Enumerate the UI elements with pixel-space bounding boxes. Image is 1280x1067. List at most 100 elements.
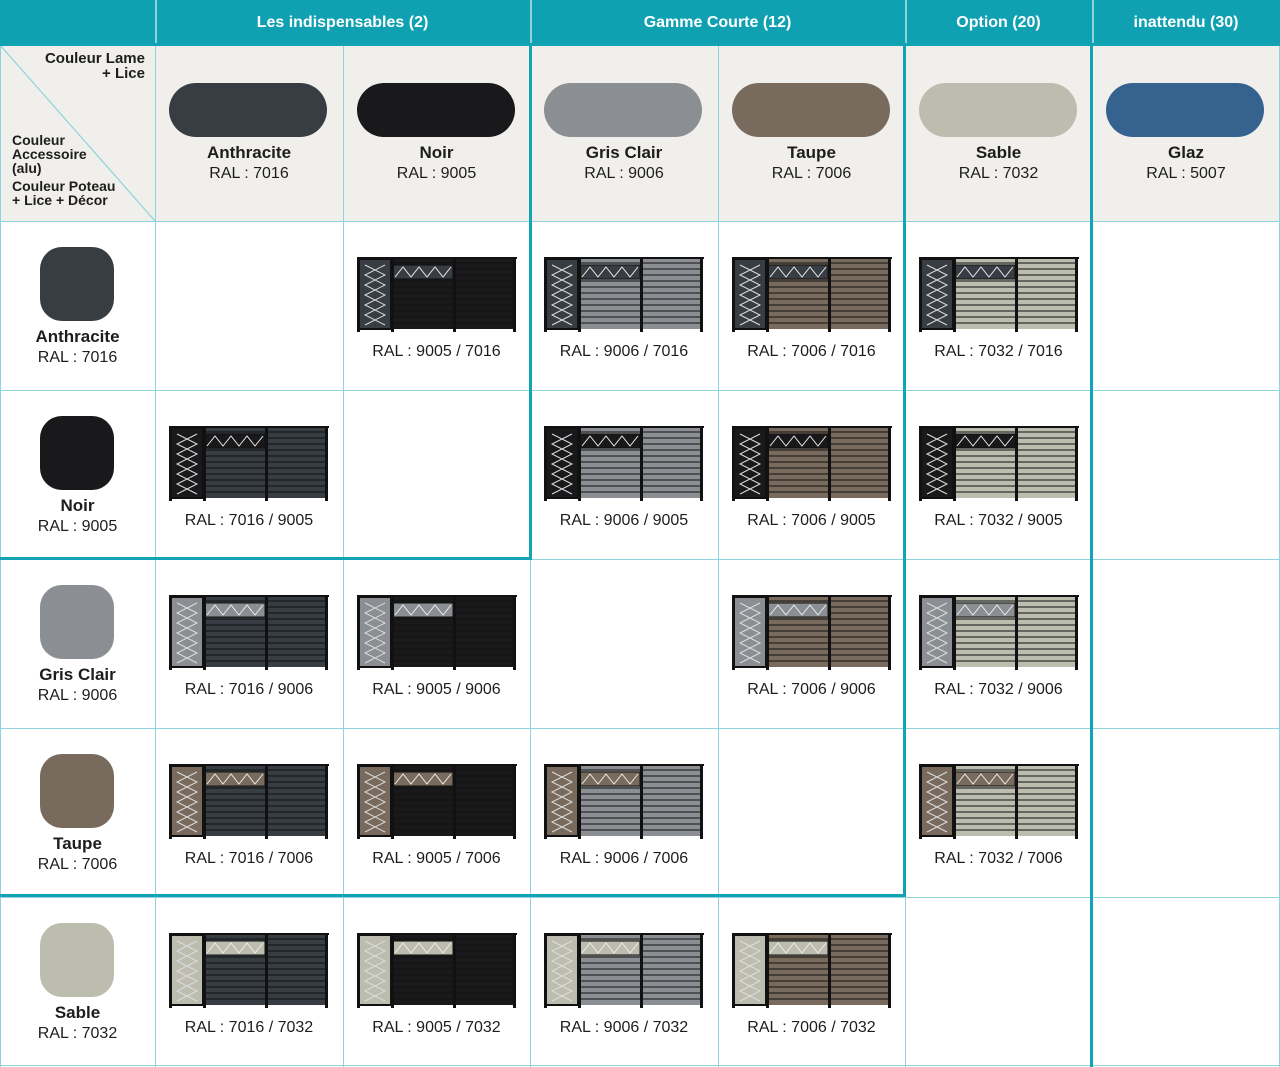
combination-cell: RAL : 7032 / 7006: [905, 728, 1092, 897]
combination-ral-label: RAL : 9006 / 7006: [559, 850, 689, 867]
fence-illustration: [357, 933, 517, 1008]
combination-cell: RAL : 7016 / 9006: [155, 559, 343, 728]
combination-cell: RAL : 7006 / 7016: [718, 221, 905, 390]
column-ral-code: RAL : 5007: [1146, 165, 1226, 182]
color-pill: [732, 83, 890, 137]
grid-line-vertical: [343, 45, 344, 1067]
combination-cell: RAL : 7032 / 9006: [905, 559, 1092, 728]
fence-illustration: [357, 257, 517, 332]
fence-illustration: [732, 595, 892, 670]
fence-illustration: [544, 764, 704, 839]
row-color-name: Anthracite: [35, 327, 120, 346]
row-color-name: Taupe: [53, 834, 102, 853]
row-header-sable: Sable RAL : 7032: [0, 897, 155, 1066]
column-color-name: Gris Clair: [585, 143, 663, 162]
fence-illustration: [357, 764, 517, 839]
corner-top-label-line2: + Lice: [102, 65, 145, 82]
row-color-name: Noir: [60, 496, 95, 515]
combination-ral-label: RAL : 7016 / 9005: [184, 512, 314, 529]
fence-illustration: [919, 426, 1079, 501]
empty-cell: [1092, 728, 1280, 897]
empty-cell: [905, 897, 1092, 1066]
grid-line-horizontal: [0, 390, 1280, 391]
empty-cell: [718, 728, 905, 897]
column-ral-code: RAL : 7032: [958, 165, 1039, 182]
combination-cell: RAL : 9006 / 7016: [530, 221, 718, 390]
row-header-noir: Noir RAL : 9005: [0, 390, 155, 559]
combination-cell: RAL : 7016 / 7006: [155, 728, 343, 897]
corner-accessoire-line3: (alu): [12, 160, 42, 176]
column-ral-code: RAL : 9006: [584, 165, 664, 182]
fence-illustration: [732, 933, 892, 1008]
combination-ral-label: RAL : 9005 / 7016: [372, 343, 501, 360]
header-group-inattendu: inattendu (30): [1092, 0, 1280, 45]
column-ral-code: RAL : 7006: [771, 165, 852, 182]
corner-poteau-line2: + Lice + Décor: [12, 192, 108, 208]
combination-ral-label: RAL : 7016 / 9006: [184, 681, 314, 698]
combination-cell: RAL : 9005 / 7006: [343, 728, 530, 897]
row-ral-code: RAL : 7032: [37, 1025, 118, 1042]
combination-ral-label: RAL : 7032 / 7006: [934, 850, 1063, 867]
combination-cell: RAL : 7016 / 7032: [155, 897, 343, 1066]
combination-cell: RAL : 7006 / 7032: [718, 897, 905, 1066]
color-swatch: [40, 247, 114, 321]
corner-bottom-label: Couleur Accessoire (alu) Couleur Poteau …: [12, 133, 115, 207]
color-swatch: [40, 923, 114, 997]
combination-cell: RAL : 9005 / 7016: [343, 221, 530, 390]
empty-cell: [343, 390, 530, 559]
combination-ral-label: RAL : 9006 / 9005: [559, 512, 689, 529]
combination-ral-label: RAL : 7032 / 9006: [934, 681, 1063, 698]
combination-ral-label: RAL : 7032 / 7016: [934, 343, 1063, 360]
column-header-sable: Sable RAL : 7032: [905, 45, 1092, 221]
combination-cell: RAL : 9005 / 7032: [343, 897, 530, 1066]
combination-cell: RAL : 9006 / 7032: [530, 897, 718, 1066]
fence-illustration: [169, 595, 329, 670]
row-color-name: Sable: [54, 1003, 101, 1022]
combination-ral-label: RAL : 7006 / 7016: [747, 343, 876, 360]
color-pill: [169, 83, 327, 137]
header-group-option: Option (20): [905, 0, 1092, 45]
grid-line-vertical: [155, 45, 156, 1067]
header-divider: [530, 0, 532, 45]
fence-illustration: [919, 764, 1079, 839]
fence-illustration: [357, 595, 517, 670]
column-color-name: Taupe: [787, 143, 836, 162]
grid-line-vertical: [718, 45, 719, 1067]
column-color-name: Noir: [419, 143, 454, 162]
header-group-gamme-courte: Gamme Courte (12): [530, 0, 905, 45]
color-pill: [544, 83, 702, 137]
header-divider: [905, 0, 907, 45]
empty-cell: [155, 221, 343, 390]
combination-ral-label: RAL : 9006 / 7032: [559, 1019, 689, 1036]
row-header-taupe: Taupe RAL : 7006: [0, 728, 155, 897]
column-header-gris-clair: Gris Clair RAL : 9006: [530, 45, 718, 221]
column-header-taupe: Taupe RAL : 7006: [718, 45, 905, 221]
accent-line-horizontal: [0, 894, 906, 897]
fence-illustration: [919, 595, 1079, 670]
grid-line-vertical: [0, 45, 1, 1067]
grid-line-horizontal: [0, 728, 1280, 729]
combination-cell: RAL : 7016 / 9005: [155, 390, 343, 559]
row-color-name: Gris Clair: [39, 665, 116, 684]
fence-illustration: [732, 257, 892, 332]
row-ral-code: RAL : 7006: [37, 856, 118, 873]
combination-cell: RAL : 9006 / 9005: [530, 390, 718, 559]
combination-ral-label: RAL : 7006 / 9006: [747, 681, 876, 698]
column-header-glaz: Glaz RAL : 5007: [1092, 45, 1280, 221]
fence-illustration: [544, 933, 704, 1008]
combination-ral-label: RAL : 9005 / 7006: [372, 850, 501, 867]
combination-ral-label: RAL : 7006 / 7032: [747, 1019, 876, 1036]
corner-accessoire-line2: Accessoire: [12, 146, 87, 162]
combination-ral-label: RAL : 7016 / 7032: [184, 1019, 314, 1036]
combination-ral-label: RAL : 9005 / 7032: [372, 1019, 501, 1036]
grid-line-horizontal: [0, 1065, 1280, 1066]
column-header-noir: Noir RAL : 9005: [343, 45, 530, 221]
column-color-name: Sable: [975, 143, 1022, 162]
color-swatch: [40, 754, 114, 828]
color-pill: [919, 83, 1077, 137]
combination-cell: RAL : 7032 / 9005: [905, 390, 1092, 559]
accent-line-vertical: [1090, 45, 1093, 1067]
header-divider: [1092, 0, 1094, 45]
fence-illustration: [169, 426, 329, 501]
combination-ral-label: RAL : 9005 / 9006: [372, 681, 501, 698]
